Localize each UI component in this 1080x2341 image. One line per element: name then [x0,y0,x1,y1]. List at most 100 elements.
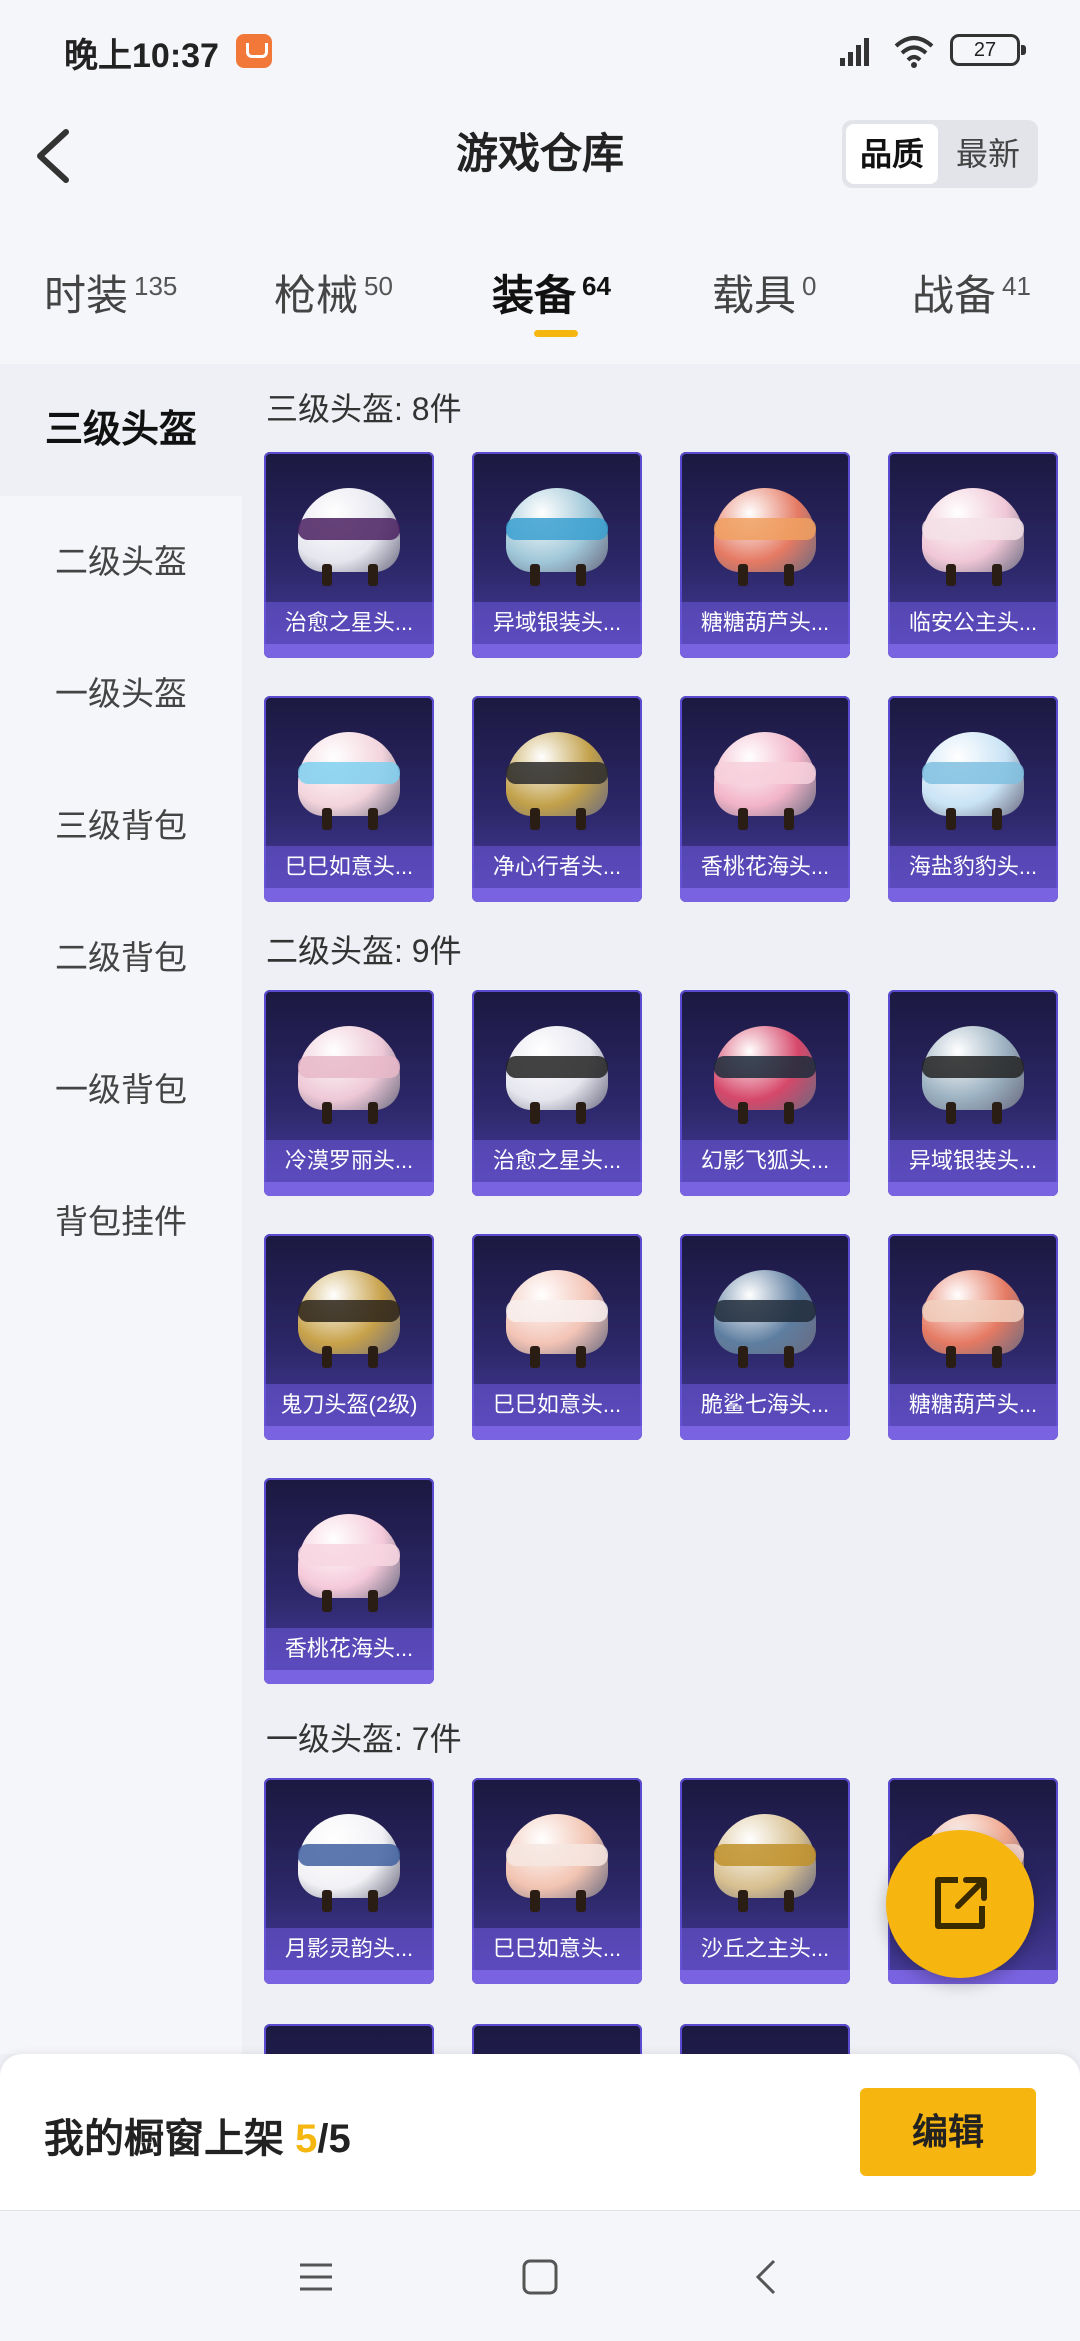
shopping-bag-icon [236,34,272,68]
item-card[interactable]: 冷漠罗丽头... [264,990,434,1196]
item-card[interactable]: 巳巳如意头... [472,1778,642,1984]
item-card[interactable]: 巳巳如意头... [472,1234,642,1440]
showcase-bar: 我的橱窗上架 5/5 编辑 [0,2054,1080,2210]
helmet-strap [992,808,1002,830]
item-card[interactable]: 巳巳如意头... [264,696,434,902]
helmet-strap [784,564,794,586]
battery-indicator: 27 [950,34,1026,66]
item-card[interactable]: 香桃花海头... [264,1478,434,1684]
section-title-level3-helmet: 三级头盔: 8件 [266,391,462,427]
helmet-visor [922,518,1024,540]
helmet-visor [506,1300,608,1322]
item-name: 鬼刀头盔(2级) [264,1384,434,1426]
item-quality-bar [680,1182,850,1196]
helmet-strap [530,808,540,830]
helmet-strap [738,1102,748,1124]
item-quality-bar [472,888,642,902]
helmet-visor [714,518,816,540]
item-name: 巳巳如意头... [264,846,434,888]
helmet-visor [298,1544,400,1566]
item-quality-bar [680,1970,850,1984]
system-navigation-bar [0,2210,1080,2341]
tab-vehicles[interactable]: 载具 0 [712,262,816,323]
item-card[interactable]: 临安公主头... [888,452,1058,658]
share-fab-button[interactable] [886,1830,1034,1978]
helmet-strap [322,1346,332,1368]
item-card[interactable]: 糖糖葫芦头... [680,452,850,658]
helmet-strap [576,1890,586,1912]
item-grid: 三级头盔: 8件 二级头盔: 9件 一级头盔: 7件 治愈之星头... 异域银装头… [242,364,1080,2054]
sidebar-item-level1-backpack[interactable]: 一级背包 [0,1024,242,1156]
helmet-strap [992,1346,1002,1368]
helmet-visor [506,1844,608,1866]
helmet-strap [946,1102,956,1124]
helmet-visor [714,1300,816,1322]
item-card[interactable]: 净心行者头... [472,696,642,902]
item-card[interactable]: 异域银装头... [888,990,1058,1196]
item-quality-bar [472,1970,642,1984]
item-card[interactable] [680,2024,850,2054]
item-name: 治愈之星头... [472,1140,642,1182]
item-quality-bar [888,888,1058,902]
sidebar-item-backpack-charm[interactable]: 背包挂件 [0,1156,242,1288]
helmet-strap [530,564,540,586]
item-quality-bar [264,1182,434,1196]
helmet-strap [784,1346,794,1368]
helmet-strap [576,808,586,830]
item-name: 治愈之星头... [264,602,434,644]
item-card[interactable]: 鬼刀头盔(2级) [264,1234,434,1440]
home-icon[interactable] [518,2255,562,2299]
item-card[interactable]: 糖糖葫芦头... [888,1234,1058,1440]
item-card[interactable]: 海盐豹豹头... [888,696,1058,902]
item-card[interactable]: 脆鲨七海头... [680,1234,850,1440]
edit-button[interactable]: 编辑 [860,2088,1036,2176]
item-card[interactable]: 治愈之星头... [264,452,434,658]
helmet-strap [368,1102,378,1124]
item-quality-bar [264,644,434,658]
helmet-strap [368,1346,378,1368]
back-icon[interactable] [746,2255,790,2299]
item-card[interactable]: 香桃花海头... [680,696,850,902]
header: 游戏仓库 品质 最新 [0,100,1080,240]
item-name: 脆鲨七海头... [680,1384,850,1426]
sidebar-item-level2-helmet[interactable]: 二级头盔 [0,496,242,628]
helmet-visor [922,1056,1024,1078]
helmet-strap [322,564,332,586]
sort-quality-button[interactable]: 品质 [846,124,938,184]
item-name: 巳巳如意头... [472,1384,642,1426]
menu-icon[interactable] [294,2255,338,2299]
item-quality-bar [264,1670,434,1684]
sidebar-item-level3-backpack[interactable]: 三级背包 [0,760,242,892]
tab-guns[interactable]: 枪械 50 [274,262,393,323]
item-name: 净心行者头... [472,846,642,888]
helmet-visor [714,762,816,784]
sidebar-item-level3-helmet[interactable]: 三级头盔 [0,364,242,496]
item-card[interactable]: 幻影飞狐头... [680,990,850,1196]
item-card[interactable]: 治愈之星头... [472,990,642,1196]
helmet-strap [530,1102,540,1124]
helmet-strap [576,1346,586,1368]
sidebar-item-level1-helmet[interactable]: 一级头盔 [0,628,242,760]
item-card[interactable]: 沙丘之主头... [680,1778,850,1984]
sidebar-item-level2-backpack[interactable]: 二级背包 [0,892,242,1024]
tab-equipment[interactable]: 装备 64 [492,262,611,323]
helmet-strap [784,1890,794,1912]
item-card[interactable] [264,2024,434,2054]
helmet-strap [322,1590,332,1612]
item-name: 异域银装头... [888,1140,1058,1182]
sort-newest-button[interactable]: 最新 [942,124,1034,184]
tab-fashion[interactable]: 时装 135 [44,262,177,323]
helmet-visor [298,1056,400,1078]
item-card[interactable]: 异域银装头... [472,452,642,658]
helmet-visor [298,762,400,784]
helmet-visor [298,1300,400,1322]
item-card[interactable] [472,2024,642,2054]
sort-toggle: 品质 最新 [842,120,1038,188]
item-quality-bar [680,888,850,902]
helmet-visor [922,1300,1024,1322]
active-tab-indicator [534,330,578,337]
item-name: 冷漠罗丽头... [264,1140,434,1182]
tab-supplies[interactable]: 战备 41 [912,262,1031,323]
helmet-strap [530,1346,540,1368]
item-card[interactable]: 月影灵韵头... [264,1778,434,1984]
